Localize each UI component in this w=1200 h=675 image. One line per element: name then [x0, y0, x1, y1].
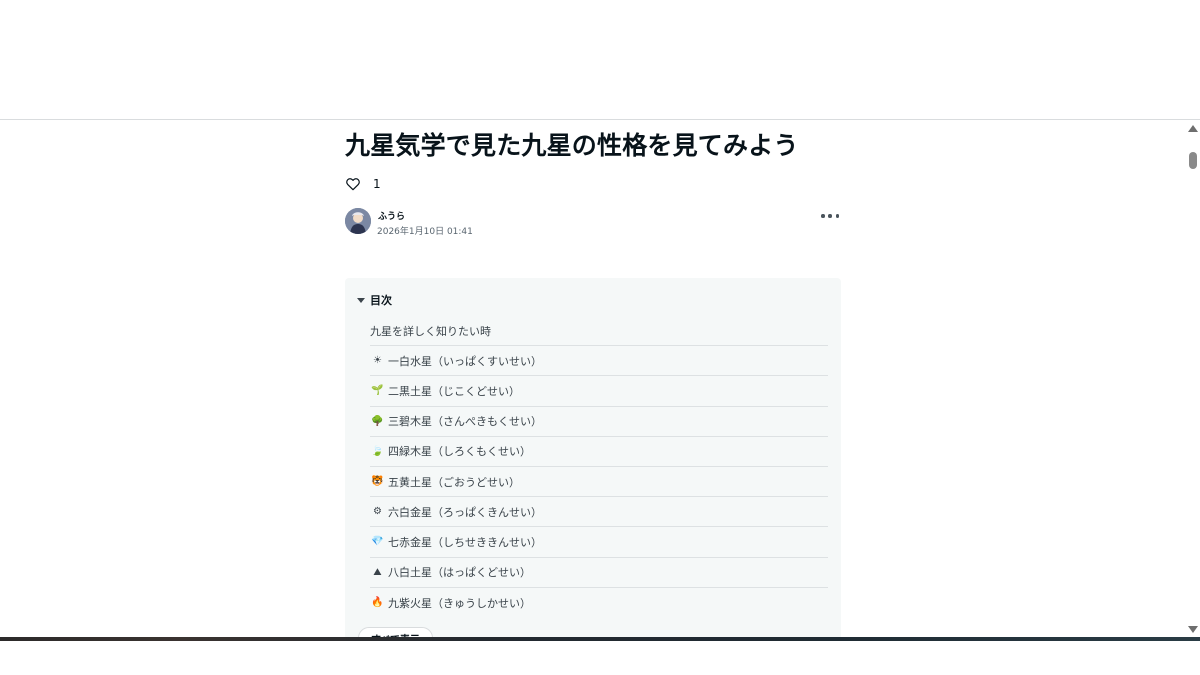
author-row: ふうら 2026年1月10日 01:41 [345, 207, 842, 237]
scrollbar-thumb[interactable] [1189, 152, 1197, 169]
page-viewport: 九星気学で見た九星の性格を見てみよう 1 ふうら 2026年1月10日 01:4… [0, 121, 1200, 637]
toc-item[interactable]: 🌱 二黒土星（じこくどせい） [370, 376, 828, 407]
gem-icon: 💎 [371, 536, 384, 548]
toc-item-label: 二黒土星（じこくどせい） [388, 384, 520, 398]
toc-item-label: 三碧木星（さんぺきもくせい） [388, 415, 542, 429]
like-row: 1 [345, 175, 381, 193]
bottom-area [0, 641, 1200, 675]
toc-item[interactable]: 💎 七赤金星（しちせききんせい） [370, 527, 828, 558]
toc-item-label: 八白土星（はっぱくどせい） [388, 566, 531, 580]
toc-item-label: 四緑木星（しろくもくせい） [388, 445, 531, 459]
toc-item-label: 九星を詳しく知りたい時 [370, 324, 491, 338]
leaf-icon: 🍃 [371, 445, 384, 457]
tiger-icon: 🐯 [371, 476, 384, 488]
mountain-icon: ⛰ [373, 566, 382, 578]
vertical-scrollbar[interactable] [1185, 121, 1200, 637]
toc-item-label: 九紫火星（きゅうしかせい） [388, 596, 531, 610]
toc-item[interactable]: 🍃 四緑木星（しろくもくせい） [370, 437, 828, 467]
toc-toggle[interactable]: 目次 [357, 292, 392, 308]
avatar[interactable] [345, 208, 371, 234]
toc-item-label: 七赤金星（しちせききんせい） [388, 535, 542, 549]
toc-item[interactable]: 🌳 三碧木星（さんぺきもくせい） [370, 407, 828, 437]
toc-list: 九星を詳しく知りたい時 ☀ 一白水星（いっぱくすいせい） 🌱 二黒土星（じこくどせい… [370, 316, 828, 618]
toc-item[interactable]: ⛰ 八白土星（はっぱくどせい） [370, 558, 828, 588]
fire-icon: 🔥 [371, 597, 384, 609]
author-name[interactable]: ふうら [378, 209, 405, 222]
browser-top-area [0, 0, 1200, 120]
more-horizontal-icon[interactable] [821, 211, 839, 221]
gear-icon: ⚙ [373, 506, 382, 518]
table-of-contents: 目次 九星を詳しく知りたい時 ☀ 一白水星（いっぱくすいせい） 🌱 二黒土星（じこく… [345, 278, 841, 637]
toc-item-label: 六白金星（ろっぱくきんせい） [388, 505, 542, 519]
heart-icon[interactable] [345, 176, 361, 192]
toc-title: 目次 [370, 294, 392, 307]
toc-item[interactable]: 九星を詳しく知りたい時 [370, 316, 828, 347]
scroll-up-arrow-icon[interactable] [1188, 125, 1198, 132]
article-title: 九星気学で見た九星の性格を見てみよう [345, 131, 799, 160]
show-all-button[interactable]: すべて表示 [358, 627, 433, 637]
sun-icon: ☀ [373, 355, 382, 367]
scroll-down-arrow-icon[interactable] [1188, 626, 1198, 633]
toc-item[interactable]: 🔥 九紫火星（きゅうしかせい） [370, 588, 828, 618]
caret-down-icon [357, 297, 365, 303]
toc-item-label: 五黄土星（ごおうどせい） [388, 475, 520, 489]
toc-item-label: 一白水星（いっぱくすいせい） [388, 354, 542, 368]
toc-item[interactable]: ⚙ 六白金星（ろっぱくきんせい） [370, 497, 828, 528]
tree-icon: 🌳 [371, 415, 384, 427]
like-count: 1 [373, 177, 381, 191]
toc-item[interactable]: ☀ 一白水星（いっぱくすいせい） [370, 346, 828, 377]
toc-item[interactable]: 🐯 五黄土星（ごおうどせい） [370, 467, 828, 498]
seedling-icon: 🌱 [371, 385, 384, 397]
post-date: 2026年1月10日 01:41 [377, 227, 473, 237]
